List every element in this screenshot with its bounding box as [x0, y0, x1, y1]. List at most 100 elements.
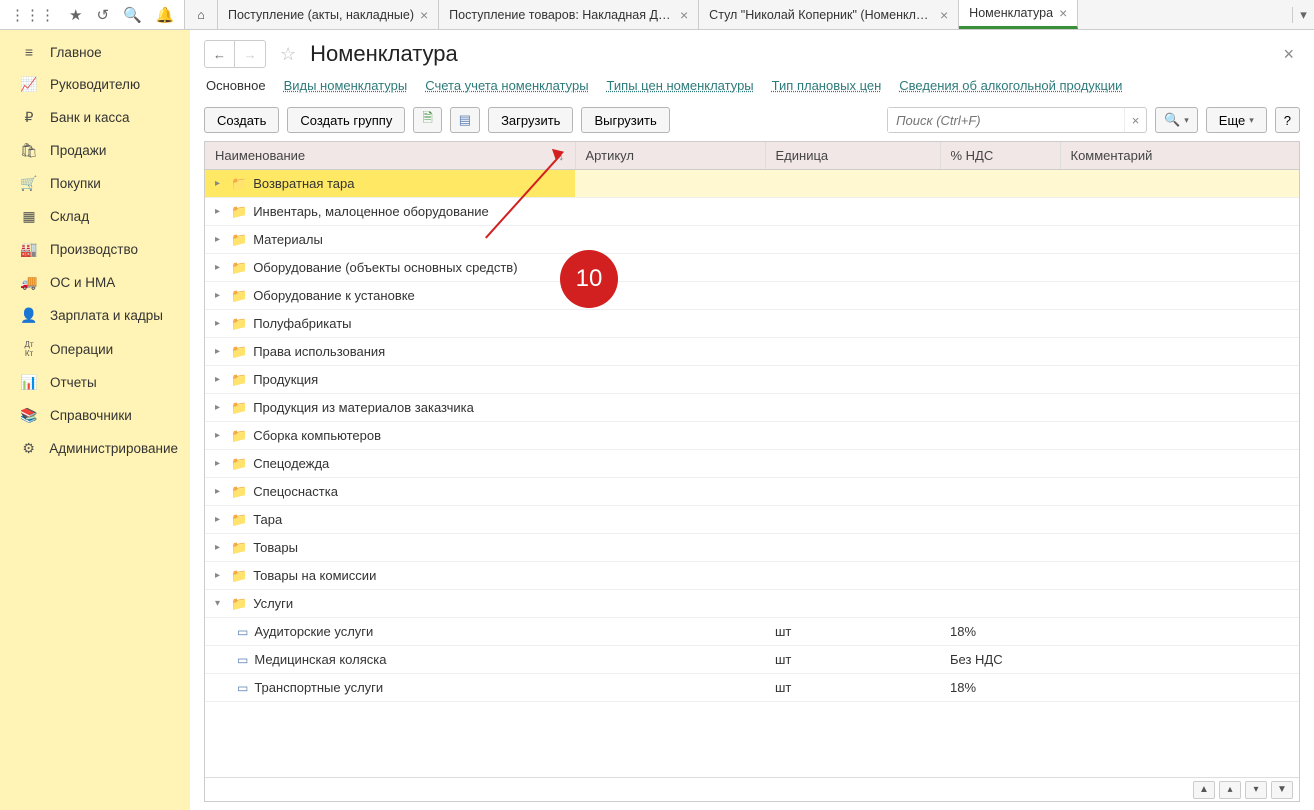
create-group-button[interactable]: Создать группу: [287, 107, 405, 133]
subnav-0[interactable]: Основное: [206, 78, 266, 93]
load-button[interactable]: Загрузить: [488, 107, 573, 133]
close-icon[interactable]: ×: [680, 7, 688, 23]
tab-2[interactable]: Стул "Николай Коперник" (Номенклатура)×: [699, 0, 959, 29]
subnav-1[interactable]: Виды номенклатуры: [284, 78, 408, 93]
table-row[interactable]: ▸📁Товары на комиссии: [205, 562, 1299, 590]
table-row[interactable]: ▾📁Услуги: [205, 590, 1299, 618]
expand-icon[interactable]: ▸: [215, 346, 225, 357]
subnav-3[interactable]: Типы цен номенклатуры: [607, 78, 754, 93]
sidebar-item-7[interactable]: 🚚ОС и НМА: [0, 266, 190, 299]
forward-button[interactable]: →: [235, 41, 265, 67]
back-button[interactable]: ←: [205, 41, 235, 67]
expand-icon[interactable]: ▸: [215, 542, 225, 553]
expand-icon[interactable]: ▸: [215, 290, 225, 301]
sidebar-label: Продажи: [50, 143, 106, 158]
table-row[interactable]: ▸📁Сборка компьютеров: [205, 422, 1299, 450]
table-row[interactable]: ▭Транспортные услугишт18%: [205, 674, 1299, 702]
sidebar-item-1[interactable]: 📈Руководителю: [0, 68, 190, 101]
table-row[interactable]: ▭Аудиторские услугишт18%: [205, 618, 1299, 646]
subnav-2[interactable]: Счета учета номенклатуры: [425, 78, 588, 93]
clear-search-icon[interactable]: ×: [1124, 108, 1146, 132]
expand-icon[interactable]: ▸: [215, 430, 225, 441]
favorite-icon[interactable]: ☆: [280, 44, 296, 65]
close-icon[interactable]: ×: [1059, 5, 1067, 21]
scroll-down-icon[interactable]: ▾: [1245, 781, 1267, 799]
expand-icon[interactable]: ▸: [215, 206, 225, 217]
close-page-icon[interactable]: ×: [1283, 44, 1300, 65]
sidebar-item-0[interactable]: ≡Главное: [0, 36, 190, 68]
sidebar-item-5[interactable]: ▦Склад: [0, 200, 190, 233]
expand-icon[interactable]: ▸: [215, 374, 225, 385]
apps-icon[interactable]: ⋮⋮⋮: [10, 6, 55, 24]
scroll-up-icon[interactable]: ▴: [1219, 781, 1241, 799]
sidebar-icon: 🏭: [20, 241, 38, 258]
expand-icon[interactable]: ▸: [215, 234, 225, 245]
sidebar-item-6[interactable]: 🏭Производство: [0, 233, 190, 266]
expand-icon[interactable]: ▸: [215, 318, 225, 329]
more-button[interactable]: Еще▾: [1206, 107, 1267, 133]
table-row[interactable]: ▭Медицинская коляскаштБез НДС: [205, 646, 1299, 674]
search-dropdown-button[interactable]: 🔍▾: [1155, 107, 1198, 133]
help-button[interactable]: ?: [1275, 107, 1300, 133]
table-row[interactable]: ▸📁Материалы: [205, 226, 1299, 254]
expand-icon[interactable]: ▸: [215, 402, 225, 413]
table-row[interactable]: ▸📁Права использования: [205, 338, 1299, 366]
close-icon[interactable]: ×: [940, 7, 948, 23]
scroll-top-icon[interactable]: ▲: [1193, 781, 1215, 799]
table-row[interactable]: ▸📁Инвентарь, малоценное оборудование: [205, 198, 1299, 226]
sidebar-item-11[interactable]: 📚Справочники: [0, 399, 190, 432]
col-comment[interactable]: Комментарий: [1060, 142, 1299, 170]
scroll-bottom-icon[interactable]: ▼: [1271, 781, 1293, 799]
tabs-dropdown[interactable]: ▾: [1292, 7, 1314, 23]
search-input[interactable]: [888, 108, 1124, 132]
history-icon[interactable]: ↺: [96, 6, 109, 24]
table-row[interactable]: ▸📁Спецоснастка: [205, 478, 1299, 506]
sidebar-item-9[interactable]: Дт КтОперации: [0, 332, 190, 366]
table-row[interactable]: ▸📁Тара: [205, 506, 1299, 534]
sidebar-item-10[interactable]: 📊Отчеты: [0, 366, 190, 399]
table-row[interactable]: ▸📁Полуфабрикаты: [205, 310, 1299, 338]
tab-3[interactable]: Номенклатура×: [959, 0, 1078, 29]
expand-icon[interactable]: ▸: [215, 514, 225, 525]
table-row[interactable]: ▸📁Продукция: [205, 366, 1299, 394]
col-vat[interactable]: % НДС: [940, 142, 1060, 170]
expand-icon[interactable]: ▸: [215, 178, 225, 189]
subnav-4[interactable]: Тип плановых цен: [772, 78, 882, 93]
expand-icon[interactable]: ▾: [215, 598, 225, 609]
star-icon[interactable]: ★: [69, 6, 82, 24]
expand-icon[interactable]: ▸: [215, 458, 225, 469]
row-name: Продукция из материалов заказчика: [253, 400, 474, 415]
folder-icon: 📁: [231, 484, 247, 500]
toolbar: Создать Создать группу 🗎 ▤ Загрузить Выг…: [190, 103, 1314, 141]
col-name[interactable]: Наименование↓: [205, 142, 575, 170]
tab-home[interactable]: ⌂: [185, 0, 218, 29]
create-button[interactable]: Создать: [204, 107, 279, 133]
table-row[interactable]: ▸📁Оборудование (объекты основных средств…: [205, 254, 1299, 282]
bell-icon[interactable]: 🔔: [156, 6, 175, 24]
table-row[interactable]: ▸📁Товары: [205, 534, 1299, 562]
row-name: Оборудование (объекты основных средств): [253, 260, 517, 275]
unload-button[interactable]: Выгрузить: [581, 107, 669, 133]
sidebar-item-8[interactable]: 👤Зарплата и кадры: [0, 299, 190, 332]
sidebar-item-2[interactable]: ₽Банк и касса: [0, 101, 190, 134]
tab-1[interactable]: Поступление товаров: Накладная ДКБП-0000…: [439, 0, 699, 29]
col-unit[interactable]: Единица: [765, 142, 940, 170]
subnav-5[interactable]: Сведения об алкогольной продукции: [899, 78, 1122, 93]
table-row[interactable]: ▸📁Возвратная тара: [205, 170, 1299, 198]
table-row[interactable]: ▸📁Спецодежда: [205, 450, 1299, 478]
close-icon[interactable]: ×: [420, 7, 428, 23]
table-row[interactable]: ▸📁Оборудование к установке: [205, 282, 1299, 310]
col-article[interactable]: Артикул: [575, 142, 765, 170]
row-name: Услуги: [253, 596, 293, 611]
sidebar-item-4[interactable]: 🛒Покупки: [0, 167, 190, 200]
table-row[interactable]: ▸📁Продукция из материалов заказчика: [205, 394, 1299, 422]
search-icon[interactable]: 🔍: [123, 6, 142, 24]
sidebar-item-12[interactable]: ⚙Администрирование: [0, 432, 190, 465]
tab-0[interactable]: Поступление (акты, накладные)×: [218, 0, 439, 29]
expand-icon[interactable]: ▸: [215, 570, 225, 581]
sidebar-item-3[interactable]: 🛍Продажи: [0, 134, 190, 167]
expand-icon[interactable]: ▸: [215, 486, 225, 497]
copy-icon-button[interactable]: 🗎: [413, 107, 441, 133]
expand-icon[interactable]: ▸: [215, 262, 225, 273]
list-icon-button[interactable]: ▤: [450, 107, 480, 133]
